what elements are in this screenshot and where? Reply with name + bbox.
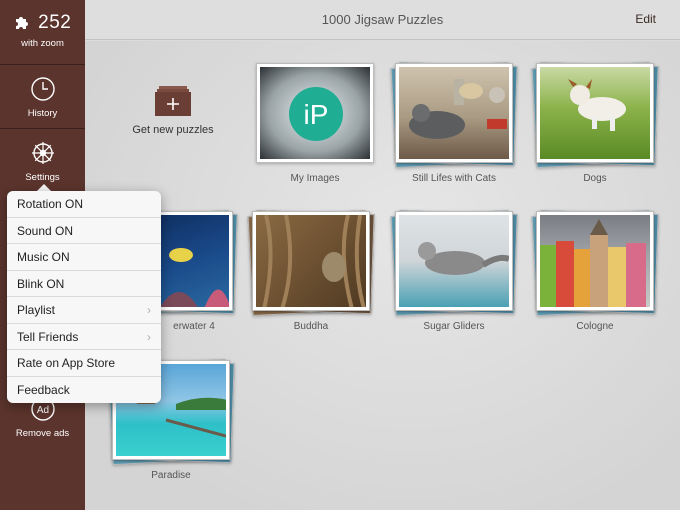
chevron-right-icon: ›	[147, 303, 151, 317]
sidebar-divider	[0, 64, 85, 65]
puzzle-count-subtitle: with zoom	[21, 38, 64, 49]
settings-menu: Rotation ON Sound ON Music ON Blink ON P…	[7, 191, 161, 403]
album-title: Buddha	[293, 321, 329, 332]
album-tile[interactable]: Sugar Gliders	[390, 210, 518, 332]
album-title: Sugar Gliders	[423, 321, 485, 332]
plus-box-icon	[155, 86, 191, 116]
get-new-puzzles-button[interactable]: Get new puzzles	[128, 86, 218, 136]
menu-item-music[interactable]: Music ON	[7, 244, 161, 271]
menu-item-label: Tell Friends	[17, 329, 79, 344]
album-tile[interactable]: Dogs	[531, 62, 659, 184]
album-title: Paradise	[151, 470, 191, 481]
page-title: 1000 Jigsaw Puzzles	[321, 12, 444, 27]
sidebar-divider	[0, 128, 85, 129]
menu-item-label: Rate on App Store	[17, 356, 116, 370]
menu-item-label: Music ON	[17, 250, 70, 264]
puzzle-piece-icon	[14, 14, 30, 35]
album-tile[interactable]: Cologne	[531, 210, 659, 332]
puzzle-count-value: 252	[38, 12, 72, 33]
album-thumbnail	[536, 63, 654, 163]
album-thumbnail	[252, 211, 370, 311]
menu-item-label: Playlist	[17, 303, 56, 317]
album-tile[interactable]: Buddha	[247, 210, 375, 332]
puzzle-count: 252 with zoom	[0, 12, 85, 49]
ship-wheel-icon	[0, 140, 85, 166]
album-tile[interactable]: iP My Images	[256, 63, 374, 184]
menu-item-rate[interactable]: Rate on App Store	[7, 350, 161, 377]
sidebar-item-label: Settings	[25, 172, 60, 183]
album-title: Still Lifes with Cats	[412, 173, 496, 184]
menu-item-label: Blink ON	[17, 276, 65, 291]
album-thumbnail: iP	[256, 63, 374, 163]
menu-item-blink[interactable]: Blink ON	[7, 271, 161, 297]
album-thumbnail	[395, 63, 513, 163]
svg-text:Ad: Ad	[36, 405, 48, 416]
clock-icon	[0, 76, 85, 102]
sidebar-item-label: History	[27, 108, 58, 119]
menu-item-tell-friends[interactable]: Tell Friends ›	[7, 324, 161, 350]
menu-item-label: Sound ON	[17, 223, 74, 238]
edit-button[interactable]: Edit	[635, 12, 656, 26]
get-new-puzzles-label: Get new puzzles	[132, 124, 214, 136]
menu-item-sound[interactable]: Sound ON	[7, 218, 161, 244]
sidebar-item-history[interactable]: History	[0, 76, 85, 119]
album-tile[interactable]: Still Lifes with Cats	[390, 62, 518, 184]
sidebar-item-settings[interactable]: Settings	[0, 140, 85, 183]
sidebar-item-label: Remove ads	[15, 428, 70, 439]
album-title: My Images	[290, 173, 340, 184]
menu-item-label: Feedback	[17, 382, 70, 397]
menu-item-label: Rotation ON	[17, 197, 84, 211]
menu-item-rotation[interactable]: Rotation ON	[7, 191, 161, 218]
svg-text:iP: iP	[304, 99, 329, 130]
chevron-right-icon: ›	[147, 329, 151, 344]
album-thumbnail	[536, 211, 654, 311]
menu-item-feedback[interactable]: Feedback	[7, 377, 161, 404]
top-bar: 1000 Jigsaw Puzzles Edit	[85, 0, 680, 40]
menu-item-playlist[interactable]: Playlist ›	[7, 297, 161, 324]
album-thumbnail	[395, 211, 513, 311]
album-title: Cologne	[576, 321, 614, 332]
album-title: Dogs	[583, 173, 607, 184]
